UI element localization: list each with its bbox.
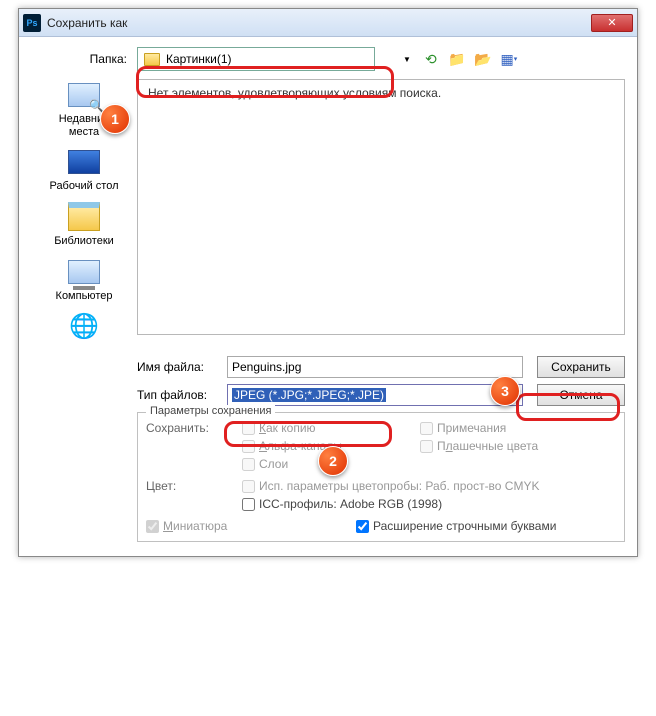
desktop-icon [66, 146, 102, 178]
titlebar: Ps Сохранить как ✕ [19, 9, 637, 37]
filetype-label: Тип файлов: [137, 388, 227, 402]
as-copy-checkbox: Как копию [242, 421, 392, 435]
nav-icons: ⟲ 📁 📂 ▦▾ [421, 49, 519, 69]
folder-row: Папка: Картинки(1) ▼ ⟲ 📁 📂 ▦▾ [31, 47, 625, 71]
file-list-pane[interactable]: Нет элементов, удовлетворяющих условиям … [137, 79, 625, 335]
proof-checkbox: Исп. параметры цветопробы: Раб. прост-во… [242, 479, 616, 493]
place-desktop[interactable]: Рабочий стол [48, 146, 120, 193]
window-title: Сохранить как [47, 16, 591, 30]
libraries-icon [66, 201, 102, 233]
place-computer[interactable]: Компьютер [48, 256, 120, 303]
folder-name: Картинки(1) [166, 52, 232, 66]
fields: Имя файла: Penguins.jpg Сохранить Тип фа… [137, 356, 625, 542]
place-network[interactable] [48, 310, 120, 344]
filename-input[interactable]: Penguins.jpg [227, 356, 523, 378]
notes-checkbox: Примечания [420, 421, 570, 435]
filename-row: Имя файла: Penguins.jpg Сохранить [137, 356, 625, 378]
close-button[interactable]: ✕ [591, 14, 633, 32]
folder-select[interactable]: Картинки(1) [137, 47, 375, 71]
place-label: Рабочий стол [49, 180, 118, 193]
back-icon[interactable]: ⟲ [421, 49, 441, 69]
alpha-checkbox: Альфа-каналы [242, 439, 392, 453]
save-options-group: Параметры сохранения Сохранить: Как копи… [137, 412, 625, 542]
up-folder-icon[interactable]: 📁 [447, 49, 467, 69]
filetype-row: Тип файлов: JPEG (*.JPG;*.JPEG;*.JPE) От… [137, 384, 625, 406]
callout-2: 2 [318, 446, 348, 476]
place-libraries[interactable]: Библиотеки [48, 201, 120, 248]
empty-message: Нет элементов, удовлетворяющих условиям … [148, 86, 441, 100]
place-label: Компьютер [56, 290, 113, 303]
lowercase-ext-checkbox[interactable]: Расширение строчными буквами [356, 519, 556, 533]
spot-checkbox: Плашечные цвета [420, 439, 570, 453]
computer-icon [66, 256, 102, 288]
save-button[interactable]: Сохранить [537, 356, 625, 378]
recent-icon [66, 79, 102, 111]
network-icon [66, 310, 102, 342]
save-options-legend: Параметры сохранения [146, 405, 275, 417]
folder-label: Папка: [31, 52, 137, 66]
filename-label: Имя файла: [137, 360, 227, 374]
color-label: Цвет: [146, 479, 242, 511]
app-icon: Ps [23, 14, 41, 32]
save-as-label: Сохранить: [146, 421, 242, 471]
folder-dropdown-arrow[interactable]: ▼ [403, 55, 411, 64]
filetype-select[interactable]: JPEG (*.JPG;*.JPEG;*.JPE) [227, 384, 523, 406]
layers-checkbox: Слои [242, 457, 392, 471]
folder-icon [144, 53, 160, 66]
thumbnail-checkbox: Миниатюра [146, 519, 296, 533]
view-menu-icon[interactable]: ▦▾ [499, 49, 519, 69]
cancel-button[interactable]: Отмена [537, 384, 625, 406]
callout-1: 1 [100, 104, 130, 134]
new-folder-icon[interactable]: 📂 [473, 49, 493, 69]
icc-checkbox[interactable]: ICC-профиль: Adobe RGB (1998) [242, 497, 616, 511]
place-label: Библиотеки [54, 235, 114, 248]
callout-3: 3 [490, 376, 520, 406]
